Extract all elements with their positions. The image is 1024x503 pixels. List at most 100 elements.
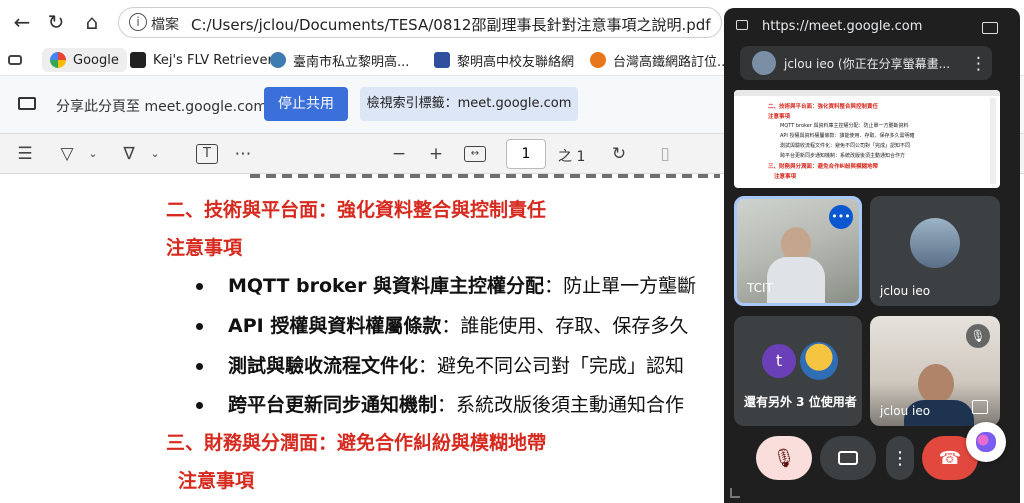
participant-name: 還有另外 3 位使用者 [744,395,857,409]
lock-icon [736,20,748,30]
bullet-bold: 跨平台更新同步通知機制 [228,394,438,416]
home-icon[interactable]: ⌂ [80,10,104,34]
more-icon: ⋮ [891,447,909,469]
mic-off-icon: 🎙︎ [966,324,990,348]
bookmark-label: Google [73,52,119,68]
stop-sharing-button[interactable]: 停止共用 [264,87,348,121]
cut-off-line [250,174,720,178]
page-view-icon[interactable]: ▯ [654,142,676,166]
text-box-icon[interactable]: T [196,144,218,164]
bullet-bold: API 授權與資料權屬條款 [228,315,442,337]
presenter-label: jclou ieo (你正在分享螢幕畫... [784,57,951,71]
mic-off-icon: 🎙︎ [772,447,796,469]
bookmark-google[interactable]: Google [42,48,127,72]
camera-button[interactable] [820,436,876,480]
chevron-down-icon[interactable]: ⌄ [148,142,162,166]
note-label: 注意事項 [166,237,243,259]
bookmark-thsr[interactable]: 台灣高鐵網路訂位... [590,48,729,72]
resize-handle-icon[interactable] [730,488,740,498]
participant-tile-jclou[interactable]: jclou ieo [870,196,1000,306]
brain-extension-icon[interactable] [966,422,1006,462]
note-label: 注意事項 [178,470,255,492]
share-screen-icon [18,97,36,110]
bullet-text: ：防止單一方壟斷 [544,275,697,297]
bullet-item: 測試與驗收流程文件化：避免不同公司對「完成」認知 [228,351,684,378]
presenter-more-icon[interactable]: ⋮ [970,54,987,74]
back-to-tab-icon[interactable] [982,22,998,34]
url-scheme-label: 檔案 [151,17,179,33]
view-tab-label: 檢視索引標籤：meet.google.com [366,96,572,111]
bookmark-tainan-school[interactable]: 臺南市私立黎明高... [270,48,409,72]
address-bar[interactable]: i 檔案 C:/Users/jclou/Documents/TESA/0812邵… [118,7,722,38]
section-heading-2: 二、技術與平台面：強化資料整合與控制責任 [166,199,547,221]
thumb-line: 二、技術與平台面：強化資料整合與控制責任 [768,104,879,110]
participant-tile-self[interactable]: 🎙︎ jclou ieo [870,316,1000,426]
end-call-icon: ☎ [938,447,962,469]
participant-tile-others[interactable]: t 還有另外 3 位使用者 [734,316,862,426]
draw-icon[interactable]: ∇ [118,142,140,166]
participant-tile-tcit[interactable]: ••• TCIT [734,196,862,306]
chevron-down-icon[interactable]: ⌄ [86,142,100,166]
info-icon[interactable]: i [129,13,147,31]
fullscreen-icon[interactable] [972,400,988,414]
person-figure [918,364,954,404]
zoom-out-icon[interactable]: − [388,142,410,166]
back-icon[interactable]: ← [10,10,34,34]
highlight-icon[interactable]: ▽ [56,142,78,166]
participant-name: jclou ieo [880,404,931,418]
section-heading-3: 三、財務與分潤面：避免合作糾紛與模糊地帶 [166,432,547,454]
google-icon [50,52,66,68]
view-tab-button[interactable]: 檢視索引標籤：meet.google.com [360,87,578,121]
mute-button[interactable]: 🎙︎ [756,436,812,480]
thsr-icon [590,52,606,68]
more-icon[interactable]: ⋯ [232,142,254,166]
participant-name: TCIT [747,281,773,295]
thumb-line: 測試與驗收流程文件化：避免不同公司對「完成」認知不同 [780,143,911,149]
bullet-dot [196,323,203,330]
page-number-value: 1 [521,146,531,162]
bookmark-kej[interactable]: Kej's FLV Retriever [130,48,273,72]
bullet-bold: 測試與驗收流程文件化 [228,355,419,377]
page-number-input[interactable]: 1 [506,139,546,169]
url-text[interactable]: C:/Users/jclou/Documents/TESA/0812邵副理事長針… [191,14,711,35]
participant-name: jclou ieo [880,284,931,298]
shared-screen-thumbnail: 二、技術與平台面：強化資料整合與控制責任 注意事項 MQTT broker 與資… [734,90,1000,188]
camera-icon [838,451,858,465]
thumb-line: 注意事項 [774,174,797,180]
bullet-dot [196,402,203,409]
presenter-bar[interactable]: jclou ieo (你正在分享螢幕畫... [740,46,992,80]
bullet-text: ：系統改版後須主動通知合作 [437,394,685,416]
bullet-item: 跨平台更新同步通知機制：系統改版後須主動通知合作 [228,390,684,417]
wordpress-icon [270,52,286,68]
alumni-icon [434,52,450,68]
share-message: 分享此分頁至 meet.google.com [56,99,268,115]
more-options-button[interactable]: ⋮ [886,436,914,480]
speaking-indicator-icon: ••• [829,205,853,229]
kej-icon [130,52,146,68]
page-total: 之 1 [558,149,586,165]
bookmark-label: Kej's FLV Retriever [153,52,273,68]
person-figure [781,227,811,261]
bullet-item: MQTT broker 與資料庫主控權分配：防止單一方壟斷 [228,271,696,298]
bullet-item: API 授權與資料權屬條款：誰能使用、存取、保存多久 [228,311,688,338]
contents-icon[interactable]: ☰ [14,142,36,166]
thumb-line: API 授權與資料權屬條款：誰能使用、存取、保存多久需明確 [780,133,915,139]
bookmark-label: 黎明高中校友聯絡網 [457,54,575,70]
bookmarks-menu-icon[interactable] [8,48,22,72]
bookmark-label: 台灣高鐵網路訂位... [613,54,730,70]
bullet-dot [196,283,203,290]
thumb-line: 注意事項 [768,114,791,120]
bullet-text: ：誰能使用、存取、保存多久 [441,315,689,337]
avatar [752,51,776,75]
zoom-in-icon[interactable]: + [425,142,447,166]
bullet-dot [196,363,203,370]
rotate-icon[interactable]: ↻ [608,142,630,166]
avatar [800,342,838,380]
thumb-line: 三、財務與分潤面：避免合作糾紛與模糊地帶 [768,164,879,170]
meet-url: https://meet.google.com [762,19,923,34]
reload-icon[interactable]: ↻ [44,10,68,34]
bookmark-alumni[interactable]: 黎明高中校友聯絡網 [434,48,574,72]
person-figure [767,257,825,303]
fit-width-icon[interactable]: ↔ [464,146,486,162]
bookmark-label: 臺南市私立黎明高... [293,54,410,70]
